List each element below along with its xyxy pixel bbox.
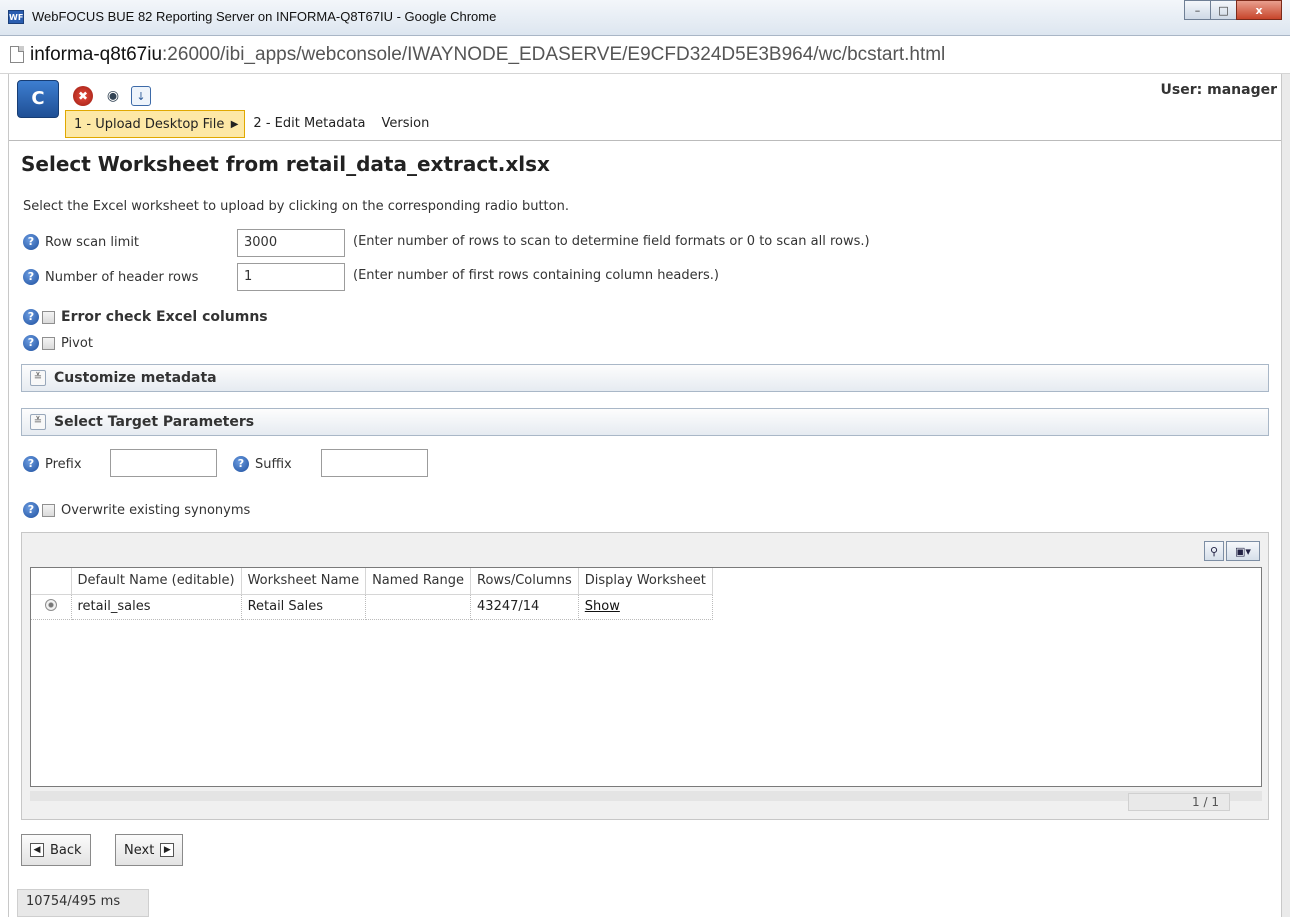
suffix-label: Suffix: [255, 456, 292, 472]
worksheet-grid: Default Name (editable) Worksheet Name N…: [30, 567, 1262, 787]
grid-horizontal-scrollbar[interactable]: [30, 791, 1262, 801]
column-header-display-worksheet[interactable]: Display Worksheet: [578, 568, 713, 595]
help-icon[interactable]: ?: [233, 456, 249, 472]
header-rows-hint: (Enter number of first rows containing c…: [353, 268, 719, 283]
overwrite-row: ? Overwrite existing synonyms: [23, 502, 250, 518]
show-worksheet-link[interactable]: Show: [585, 599, 620, 614]
grid-tools: ⚲ ▣▾: [1204, 541, 1260, 561]
help-icon[interactable]: ?: [23, 269, 39, 285]
maximize-button[interactable]: □: [1210, 0, 1237, 20]
find-binoculars-icon[interactable]: ⚲: [1204, 541, 1224, 561]
wizard-tabs: 1 - Upload Desktop File ▶ 2 - Edit Metad…: [65, 110, 437, 138]
display-worksheet-cell: Show: [578, 594, 713, 620]
row-select-cell: [31, 594, 72, 620]
overwrite-label: Overwrite existing synonyms: [61, 502, 251, 518]
expand-icon: ≚: [30, 414, 46, 430]
chevron-right-icon: ▶: [230, 119, 239, 130]
rows-columns-cell: 43247/14: [470, 594, 579, 620]
window-title: WebFOCUS BUE 82 Reporting Server on INFO…: [32, 9, 497, 24]
suffix-input[interactable]: [321, 449, 428, 477]
table-header-row: Default Name (editable) Worksheet Name N…: [31, 568, 713, 595]
help-icon[interactable]: ?: [23, 234, 39, 250]
instruction-text: Select the Excel worksheet to upload by …: [23, 199, 569, 214]
header-rows-row: ? Number of header rows: [23, 269, 198, 285]
prefix-input[interactable]: [110, 449, 217, 477]
status-bar: 10754/495 ms: [17, 889, 149, 917]
header-rows-label: Number of header rows: [45, 269, 199, 285]
tab-upload-desktop-file[interactable]: 1 - Upload Desktop File ▶: [65, 110, 246, 138]
close-window-button[interactable]: x: [1236, 0, 1282, 20]
customize-metadata-section[interactable]: ≚ Customize metadata: [21, 364, 1269, 392]
console-logo-icon[interactable]: C: [17, 80, 59, 118]
window-controls: – □ x: [1184, 0, 1282, 22]
section-label: Select Target Parameters: [54, 414, 255, 430]
header-divider: [9, 140, 1281, 141]
row-scan-limit-row: ? Row scan limit: [23, 234, 139, 250]
webfocus-app-icon: WF: [8, 10, 24, 24]
column-header-rows-columns[interactable]: Rows/Columns: [470, 568, 579, 595]
download-icon[interactable]: ↓: [131, 86, 151, 106]
eye-icon[interactable]: ◉: [103, 86, 123, 106]
expand-icon: ≚: [30, 370, 46, 386]
tab-version[interactable]: Version: [374, 110, 438, 138]
url-host: informa-q8t67iu: [30, 44, 163, 65]
help-icon[interactable]: ?: [23, 335, 39, 351]
user-label: User: manager: [1160, 82, 1277, 98]
worksheet-grid-panel: ⚲ ▣▾ Default Name (editable) Worksheet N…: [21, 532, 1269, 820]
default-name-cell[interactable]: retail_sales: [71, 594, 242, 620]
column-header-worksheet-name[interactable]: Worksheet Name: [241, 568, 367, 595]
pivot-row: ? Pivot: [23, 335, 93, 351]
page-scrollbar[interactable]: [1282, 74, 1290, 917]
page-title: Select Worksheet from retail_data_extrac…: [21, 152, 550, 176]
help-icon[interactable]: ?: [23, 309, 39, 325]
column-header-select: [31, 568, 72, 595]
url-text[interactable]: informa-q8t67iu:26000/ibi_apps/webconsol…: [30, 44, 945, 66]
row-scan-limit-input[interactable]: 3000: [237, 229, 345, 257]
tab-label: 1 - Upload Desktop File: [74, 117, 225, 132]
worksheet-name-cell: Retail Sales: [241, 594, 367, 620]
stop-icon[interactable]: ✖: [73, 86, 93, 106]
next-button[interactable]: Next ▶: [115, 834, 184, 866]
tab-edit-metadata[interactable]: 2 - Edit Metadata: [245, 110, 373, 138]
prefix-label: Prefix: [45, 456, 82, 472]
help-icon[interactable]: ?: [23, 502, 39, 518]
window-titlebar: WF WebFOCUS BUE 82 Reporting Server on I…: [0, 0, 1290, 36]
worksheet-table: Default Name (editable) Worksheet Name N…: [31, 568, 713, 620]
next-label: Next: [124, 842, 155, 858]
worksheet-radio[interactable]: [44, 598, 57, 611]
error-check-checkbox[interactable]: [42, 310, 55, 324]
pivot-label: Pivot: [61, 335, 93, 351]
pivot-checkbox[interactable]: [42, 336, 55, 350]
help-icon[interactable]: ?: [23, 456, 39, 472]
error-check-row: ? Error check Excel columns: [23, 309, 268, 325]
back-label: Back: [50, 842, 82, 858]
grid-pager: 1 / 1: [1128, 793, 1230, 811]
address-bar[interactable]: informa-q8t67iu:26000/ibi_apps/webconsol…: [0, 36, 1290, 74]
column-header-default-name[interactable]: Default Name (editable): [71, 568, 242, 595]
row-scan-limit-hint: (Enter number of rows to scan to determi…: [353, 234, 870, 249]
row-scan-limit-label: Row scan limit: [45, 234, 140, 250]
section-label: Customize metadata: [54, 370, 217, 386]
web-console: C ✖ ◉ ↓ User: manager 1 - Upload Desktop…: [8, 74, 1282, 917]
column-header-named-range[interactable]: Named Range: [365, 568, 472, 595]
overwrite-checkbox[interactable]: [42, 503, 55, 517]
named-range-cell: [365, 594, 472, 620]
minimize-button[interactable]: –: [1184, 0, 1211, 20]
url-path: :26000/ibi_apps/webconsole/IWAYNODE_EDAS…: [162, 44, 946, 65]
view-options-icon[interactable]: ▣▾: [1226, 541, 1260, 561]
header-rows-input[interactable]: 1: [237, 263, 345, 291]
back-arrow-icon: ◀: [30, 843, 44, 857]
prefix-row: ? Prefix: [23, 456, 82, 472]
suffix-row: ? Suffix: [233, 456, 292, 472]
back-button[interactable]: ◀ Back: [21, 834, 91, 866]
next-arrow-icon: ▶: [160, 843, 175, 857]
target-parameters-section[interactable]: ≚ Select Target Parameters: [21, 408, 1269, 436]
page-icon: [10, 46, 24, 63]
error-check-label: Error check Excel columns: [61, 309, 268, 325]
table-row: retail_sales Retail Sales 43247/14 Show: [31, 594, 713, 620]
